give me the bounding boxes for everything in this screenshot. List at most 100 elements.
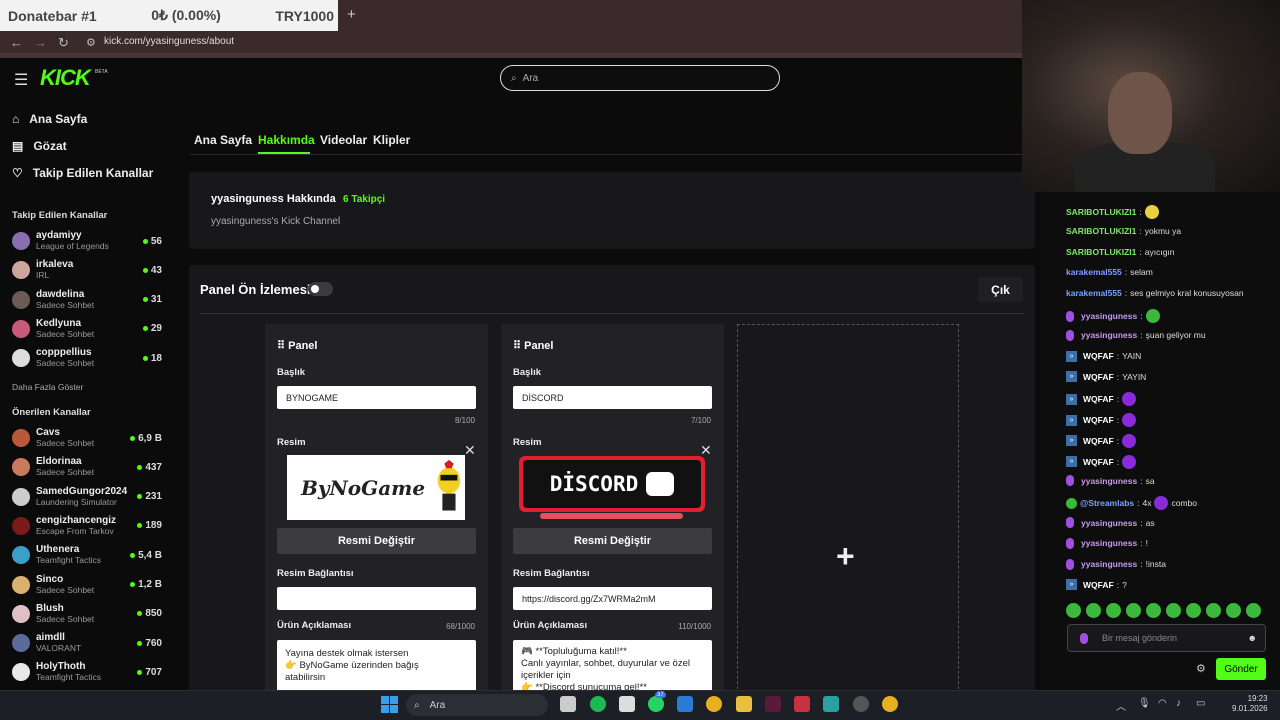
avatar [12,546,30,565]
emoji-icon[interactable]: ☻ [1248,633,1257,643]
channel-item[interactable]: cengizhancengiz Escape From Tarkov 189 [12,512,162,540]
search-placeholder: Ara [522,72,539,84]
windows-start-icon[interactable] [381,696,398,713]
channel-item[interactable]: aimdll VALORANT 760 [12,629,162,657]
channel-item[interactable]: Eldorinaa Sadece Sohbet 437 [12,453,162,481]
search-input[interactable]: ⌕ Ara [500,65,780,91]
avatar [12,663,30,682]
site-info-icon[interactable]: ⚙ [86,36,96,49]
panel-header-2[interactable]: ⠿ Panel [513,339,553,352]
app-icon[interactable] [794,696,810,712]
sidebar-item-browse[interactable]: ▤ Gözat [12,139,67,153]
chat-username[interactable]: yyasinguness [1081,538,1137,548]
chat-username[interactable]: SARIBOTLUKIZI1 [1066,207,1136,217]
taskview-icon[interactable] [560,696,576,712]
tab-home[interactable]: Ana Sayfa [194,133,252,147]
chat-username[interactable]: WQFAF [1083,394,1114,404]
emote-icon [1122,454,1137,469]
followed-title: Takip Edilen Kanallar [12,210,108,221]
app-icon[interactable] [853,696,869,712]
forward-icon[interactable]: → [34,35,47,50]
chat-username[interactable]: yyasinguness [1081,476,1137,486]
title-input[interactable]: BYNOGAME [277,386,476,409]
channel-item[interactable]: Blush Sadece Sohbet 850 [12,600,162,628]
tab-clips[interactable]: Klipler [373,133,410,147]
sidebar-item-following[interactable]: ♡ Takip Edilen Kanallar [12,166,153,180]
channel-item[interactable]: HolyThoth Teamfight Tactics 707 [12,658,162,686]
channel-item[interactable]: copppellius Sadece Sohbet 18 [12,344,162,372]
chat-username[interactable]: yyasinguness [1081,330,1137,340]
store-icon[interactable] [619,696,635,712]
chat-username[interactable]: karakemal555 [1066,288,1122,298]
chat-username[interactable]: WQFAF [1083,457,1114,467]
chat-username[interactable]: karakemal555 [1066,267,1122,277]
channel-item[interactable]: Sinco Sadece Sohbet 1,2 B [12,571,162,599]
viewer-count: 1,2 B [130,579,162,590]
remove-image-icon[interactable]: ✕ [464,442,476,459]
chat-username[interactable]: yyasinguness [1081,559,1137,569]
channel-item[interactable]: dawdelina Sadece Sohbet 31 [12,286,162,314]
chat-username[interactable]: WQFAF [1083,372,1114,382]
chat-username[interactable]: WQFAF [1083,351,1114,361]
mic-badge-icon [1066,517,1074,528]
taskbar-search[interactable]: ⌕ Ara [406,694,548,716]
url-text[interactable]: kick.com/yyasinguness/about [104,36,234,47]
new-tab-button[interactable]: + [347,6,356,23]
chat-username[interactable]: yyasinguness [1081,311,1137,321]
chat-username[interactable]: SARIBOTLUKIZI1 [1066,247,1136,257]
chat-username[interactable]: yyasinguness [1081,518,1137,528]
add-panel-area[interactable] [737,324,959,694]
clock[interactable]: 19:23 9.01.2026 [1232,694,1268,714]
app-icon[interactable] [823,696,839,712]
channel-item[interactable]: Uthenera Teamfight Tactics 5,4 B [12,541,162,569]
drag-handle-icon[interactable]: ⠿ [277,340,288,352]
channel-category: Sadece Sohbet [36,328,95,339]
plus-icon[interactable]: + [836,538,855,575]
chrome-icon[interactable] [706,696,722,712]
channel-item[interactable]: Kedlyuna Sadece Sohbet 29 [12,315,162,343]
discord-image: DİSCORD [519,456,705,512]
change-image-button[interactable]: Resmi Değiştir [513,528,712,554]
chat-input[interactable]: Bir mesaj gönderin ☻ [1067,624,1266,652]
channel-item[interactable]: Cavs Sadece Sohbet 6,9 B [12,424,162,452]
chat-username[interactable]: WQFAF [1083,436,1114,446]
link-input[interactable] [277,587,476,610]
tab-about[interactable]: Hakkımda [258,133,315,147]
menu-icon[interactable]: ☰ [14,70,28,90]
show-more-link[interactable]: Daha Fazla Göster [12,382,83,392]
title-input[interactable]: DİSCORD [513,386,712,409]
emote-bar[interactable] [1066,603,1261,618]
channel-item[interactable]: irkaleva IRL 43 [12,256,162,284]
app-icon[interactable] [765,696,781,712]
drag-handle-icon[interactable]: ⠿ [513,340,524,352]
channel-item[interactable]: SamedGungor2024 Laundering Simulator 231 [12,483,162,511]
tray-chevron-icon[interactable]: ︿ [1116,698,1126,713]
chat-username[interactable]: SARIBOTLUKIZI1 [1066,226,1136,236]
vscode-icon[interactable] [677,696,693,712]
volume-icon[interactable]: ♪ [1176,698,1181,709]
about-card [189,172,1035,249]
donate-amount: 0₺ (0.00%) [151,7,221,23]
folder-icon[interactable] [736,696,752,712]
tab-videos[interactable]: Videolar [320,133,367,147]
chat-username[interactable]: WQFAF [1083,580,1114,590]
back-icon[interactable]: ← [10,35,23,50]
kick-logo[interactable]: KICK [40,65,91,91]
exit-button[interactable]: Çık [978,277,1023,302]
send-button[interactable]: Gönder [1216,658,1266,680]
channel-item[interactable]: aydamiyy League of Legends 56 [12,227,162,255]
mic-icon[interactable]: 🎙 [1138,698,1151,709]
chrome-icon[interactable] [882,696,898,712]
reload-icon[interactable]: ↻ [58,35,69,51]
whatsapp-icon[interactable] [648,696,664,712]
sidebar-item-home[interactable]: ⌂ Ana Sayfa [12,112,87,126]
gear-icon[interactable]: ⚙ [1196,662,1206,675]
spotify-icon[interactable] [590,696,606,712]
link-input[interactable]: https://discord.gg/Zx7WRMa2mM [513,587,712,610]
battery-icon[interactable]: ▭ [1196,698,1205,709]
panel-header-1[interactable]: ⠿ Panel [277,339,317,352]
chat-username[interactable]: @Streamlabs [1080,498,1134,508]
change-image-button[interactable]: Resmi Değiştir [277,528,476,554]
wifi-icon[interactable]: ◠ [1158,698,1167,709]
chat-username[interactable]: WQFAF [1083,415,1114,425]
